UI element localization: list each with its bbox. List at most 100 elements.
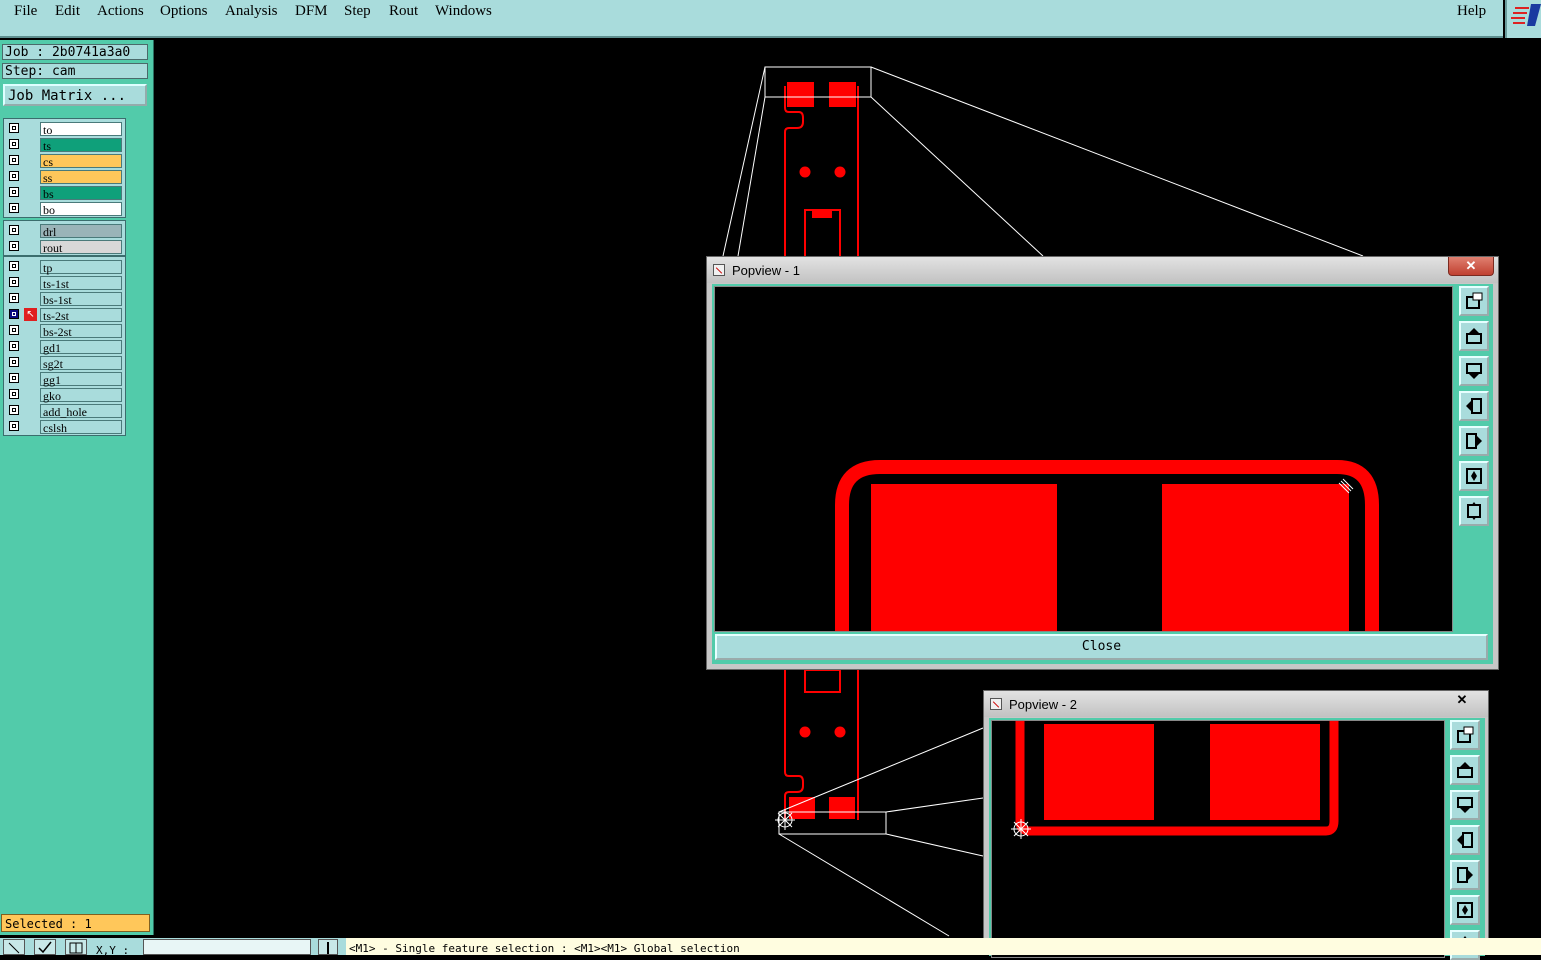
- pause-button[interactable]: [318, 939, 338, 955]
- menu-file[interactable]: File: [14, 3, 37, 20]
- popview-2-close-x-button[interactable]: ✕: [1440, 691, 1484, 709]
- layer-checkbox[interactable]: [9, 357, 19, 367]
- layer-name[interactable]: gg1: [40, 372, 122, 387]
- layer-checkbox[interactable]: [9, 405, 19, 415]
- menu-windows[interactable]: Windows: [435, 3, 492, 20]
- layer-name[interactable]: to: [40, 122, 122, 137]
- popview-1-close-button[interactable]: Close: [715, 634, 1488, 660]
- layer-row-bs-2st[interactable]: bs-2st: [4, 323, 125, 339]
- layer-checkbox[interactable]: [9, 373, 19, 383]
- layer-row-gd1[interactable]: gd1: [4, 339, 125, 355]
- layer-checkbox[interactable]: [9, 225, 19, 235]
- layer-name[interactable]: ts-1st: [40, 276, 122, 291]
- layer-checkbox[interactable]: [9, 187, 19, 197]
- popview-1-canvas[interactable]: [714, 286, 1453, 632]
- pan-down-button[interactable]: [1450, 790, 1480, 820]
- layer-name[interactable]: ts: [40, 138, 122, 153]
- layer-row-add_hole[interactable]: add_hole: [4, 403, 125, 419]
- select-mode-button[interactable]: [3, 939, 25, 955]
- pan-down-button[interactable]: [1459, 356, 1489, 386]
- popview-2-canvas[interactable]: [991, 720, 1445, 958]
- popview-2-titlebar[interactable]: Popview - 2: [984, 691, 1488, 717]
- layer-panel: Job : 2b0741a3a0 Step: cam Job Matrix ..…: [0, 40, 154, 935]
- layer-checkbox[interactable]: [9, 325, 19, 335]
- layer-name[interactable]: cs: [40, 154, 122, 169]
- layer-row-ss[interactable]: ss: [4, 169, 125, 185]
- layer-checkbox[interactable]: [9, 309, 19, 319]
- layer-row-sg2t[interactable]: sg2t: [4, 355, 125, 371]
- zoom-out-button[interactable]: [1459, 461, 1489, 491]
- layer-name[interactable]: bs-2st: [40, 324, 122, 339]
- layer-name[interactable]: bo: [40, 202, 122, 217]
- layer-row-ts-2st[interactable]: ↖ ts-2st: [4, 307, 125, 323]
- layer-checkbox[interactable]: [9, 171, 19, 181]
- layer-checkbox[interactable]: [9, 261, 19, 271]
- popview-1-close-x-button[interactable]: ✕: [1448, 257, 1494, 276]
- layer-name[interactable]: cslsh: [40, 420, 122, 435]
- layer-name[interactable]: rout: [40, 240, 122, 255]
- layer-row-bs[interactable]: bs: [4, 185, 125, 201]
- menu-actions[interactable]: Actions: [97, 3, 144, 20]
- layer-name[interactable]: ss: [40, 170, 122, 185]
- layer-name[interactable]: add_hole: [40, 404, 122, 419]
- layer-name[interactable]: sg2t: [40, 356, 122, 371]
- menu-help[interactable]: Help: [1457, 3, 1486, 20]
- pan-right-icon: [1466, 433, 1482, 449]
- pan-up-button[interactable]: [1459, 321, 1489, 351]
- layer-row-gko[interactable]: gko: [4, 387, 125, 403]
- layer-row-cs[interactable]: cs: [4, 153, 125, 169]
- zoom-out-button[interactable]: [1450, 895, 1480, 925]
- layer-checkbox[interactable]: [9, 277, 19, 287]
- layer-row-ts-1st[interactable]: ts-1st: [4, 275, 125, 291]
- layer-name[interactable]: tp: [40, 260, 122, 275]
- pan-right-button[interactable]: [1459, 426, 1489, 456]
- menu-analysis[interactable]: Analysis: [225, 3, 278, 20]
- pan-down-icon: [1466, 363, 1482, 379]
- popview-1-body: Close: [712, 284, 1493, 664]
- layer-checkbox[interactable]: [9, 293, 19, 303]
- pan-left-button[interactable]: [1459, 391, 1489, 421]
- layer-row-ts[interactable]: ts: [4, 137, 125, 153]
- layer-name[interactable]: bs: [40, 186, 122, 201]
- layer-name[interactable]: bs-1st: [40, 292, 122, 307]
- popview-2-body: [989, 718, 1485, 960]
- layer-row-drl[interactable]: drl: [4, 223, 125, 239]
- layer-row-rout[interactable]: rout: [4, 239, 125, 255]
- layer-row-gg1[interactable]: gg1: [4, 371, 125, 387]
- popview-1-titlebar[interactable]: Popview - 1: [707, 257, 1498, 283]
- layer-row-bo[interactable]: bo: [4, 201, 125, 217]
- layer-row-bs-1st[interactable]: bs-1st: [4, 291, 125, 307]
- zoom-out-icon: [1466, 468, 1482, 484]
- menu-edit[interactable]: Edit: [55, 3, 80, 20]
- layer-checkbox[interactable]: [9, 389, 19, 399]
- layer-checkbox[interactable]: [9, 241, 19, 251]
- layer-name[interactable]: ts-2st: [40, 308, 122, 323]
- pan-up-button[interactable]: [1450, 755, 1480, 785]
- pan-left-button[interactable]: [1450, 825, 1480, 855]
- job-matrix-button[interactable]: Job Matrix ...: [3, 84, 147, 106]
- layer-checkbox[interactable]: [9, 155, 19, 165]
- menu-rout[interactable]: Rout: [389, 3, 418, 20]
- zoom-home-button[interactable]: [1450, 720, 1480, 750]
- check-button[interactable]: [34, 939, 56, 955]
- layer-checkbox[interactable]: [9, 203, 19, 213]
- zoom-fit-button[interactable]: [1459, 496, 1489, 526]
- layer-name[interactable]: drl: [40, 224, 122, 239]
- layer-checkbox[interactable]: [9, 341, 19, 351]
- menu-step[interactable]: Step: [344, 3, 371, 20]
- menu-options[interactable]: Options: [160, 3, 208, 20]
- layer-name[interactable]: gko: [40, 388, 122, 403]
- zoom-home-button[interactable]: [1459, 286, 1489, 316]
- zoom-home-icon: [1466, 292, 1483, 309]
- layer-checkbox[interactable]: [9, 123, 19, 133]
- grid-button[interactable]: [65, 939, 87, 955]
- layer-checkbox[interactable]: [9, 421, 19, 431]
- layer-row-cslsh[interactable]: cslsh: [4, 419, 125, 435]
- pan-right-button[interactable]: [1450, 860, 1480, 890]
- menu-dfm[interactable]: DFM: [295, 3, 328, 20]
- xy-coordinate-field[interactable]: [143, 939, 311, 955]
- layer-checkbox[interactable]: [9, 139, 19, 149]
- layer-name[interactable]: gd1: [40, 340, 122, 355]
- layer-row-tp[interactable]: tp: [4, 259, 125, 275]
- layer-row-to[interactable]: to: [4, 121, 125, 137]
